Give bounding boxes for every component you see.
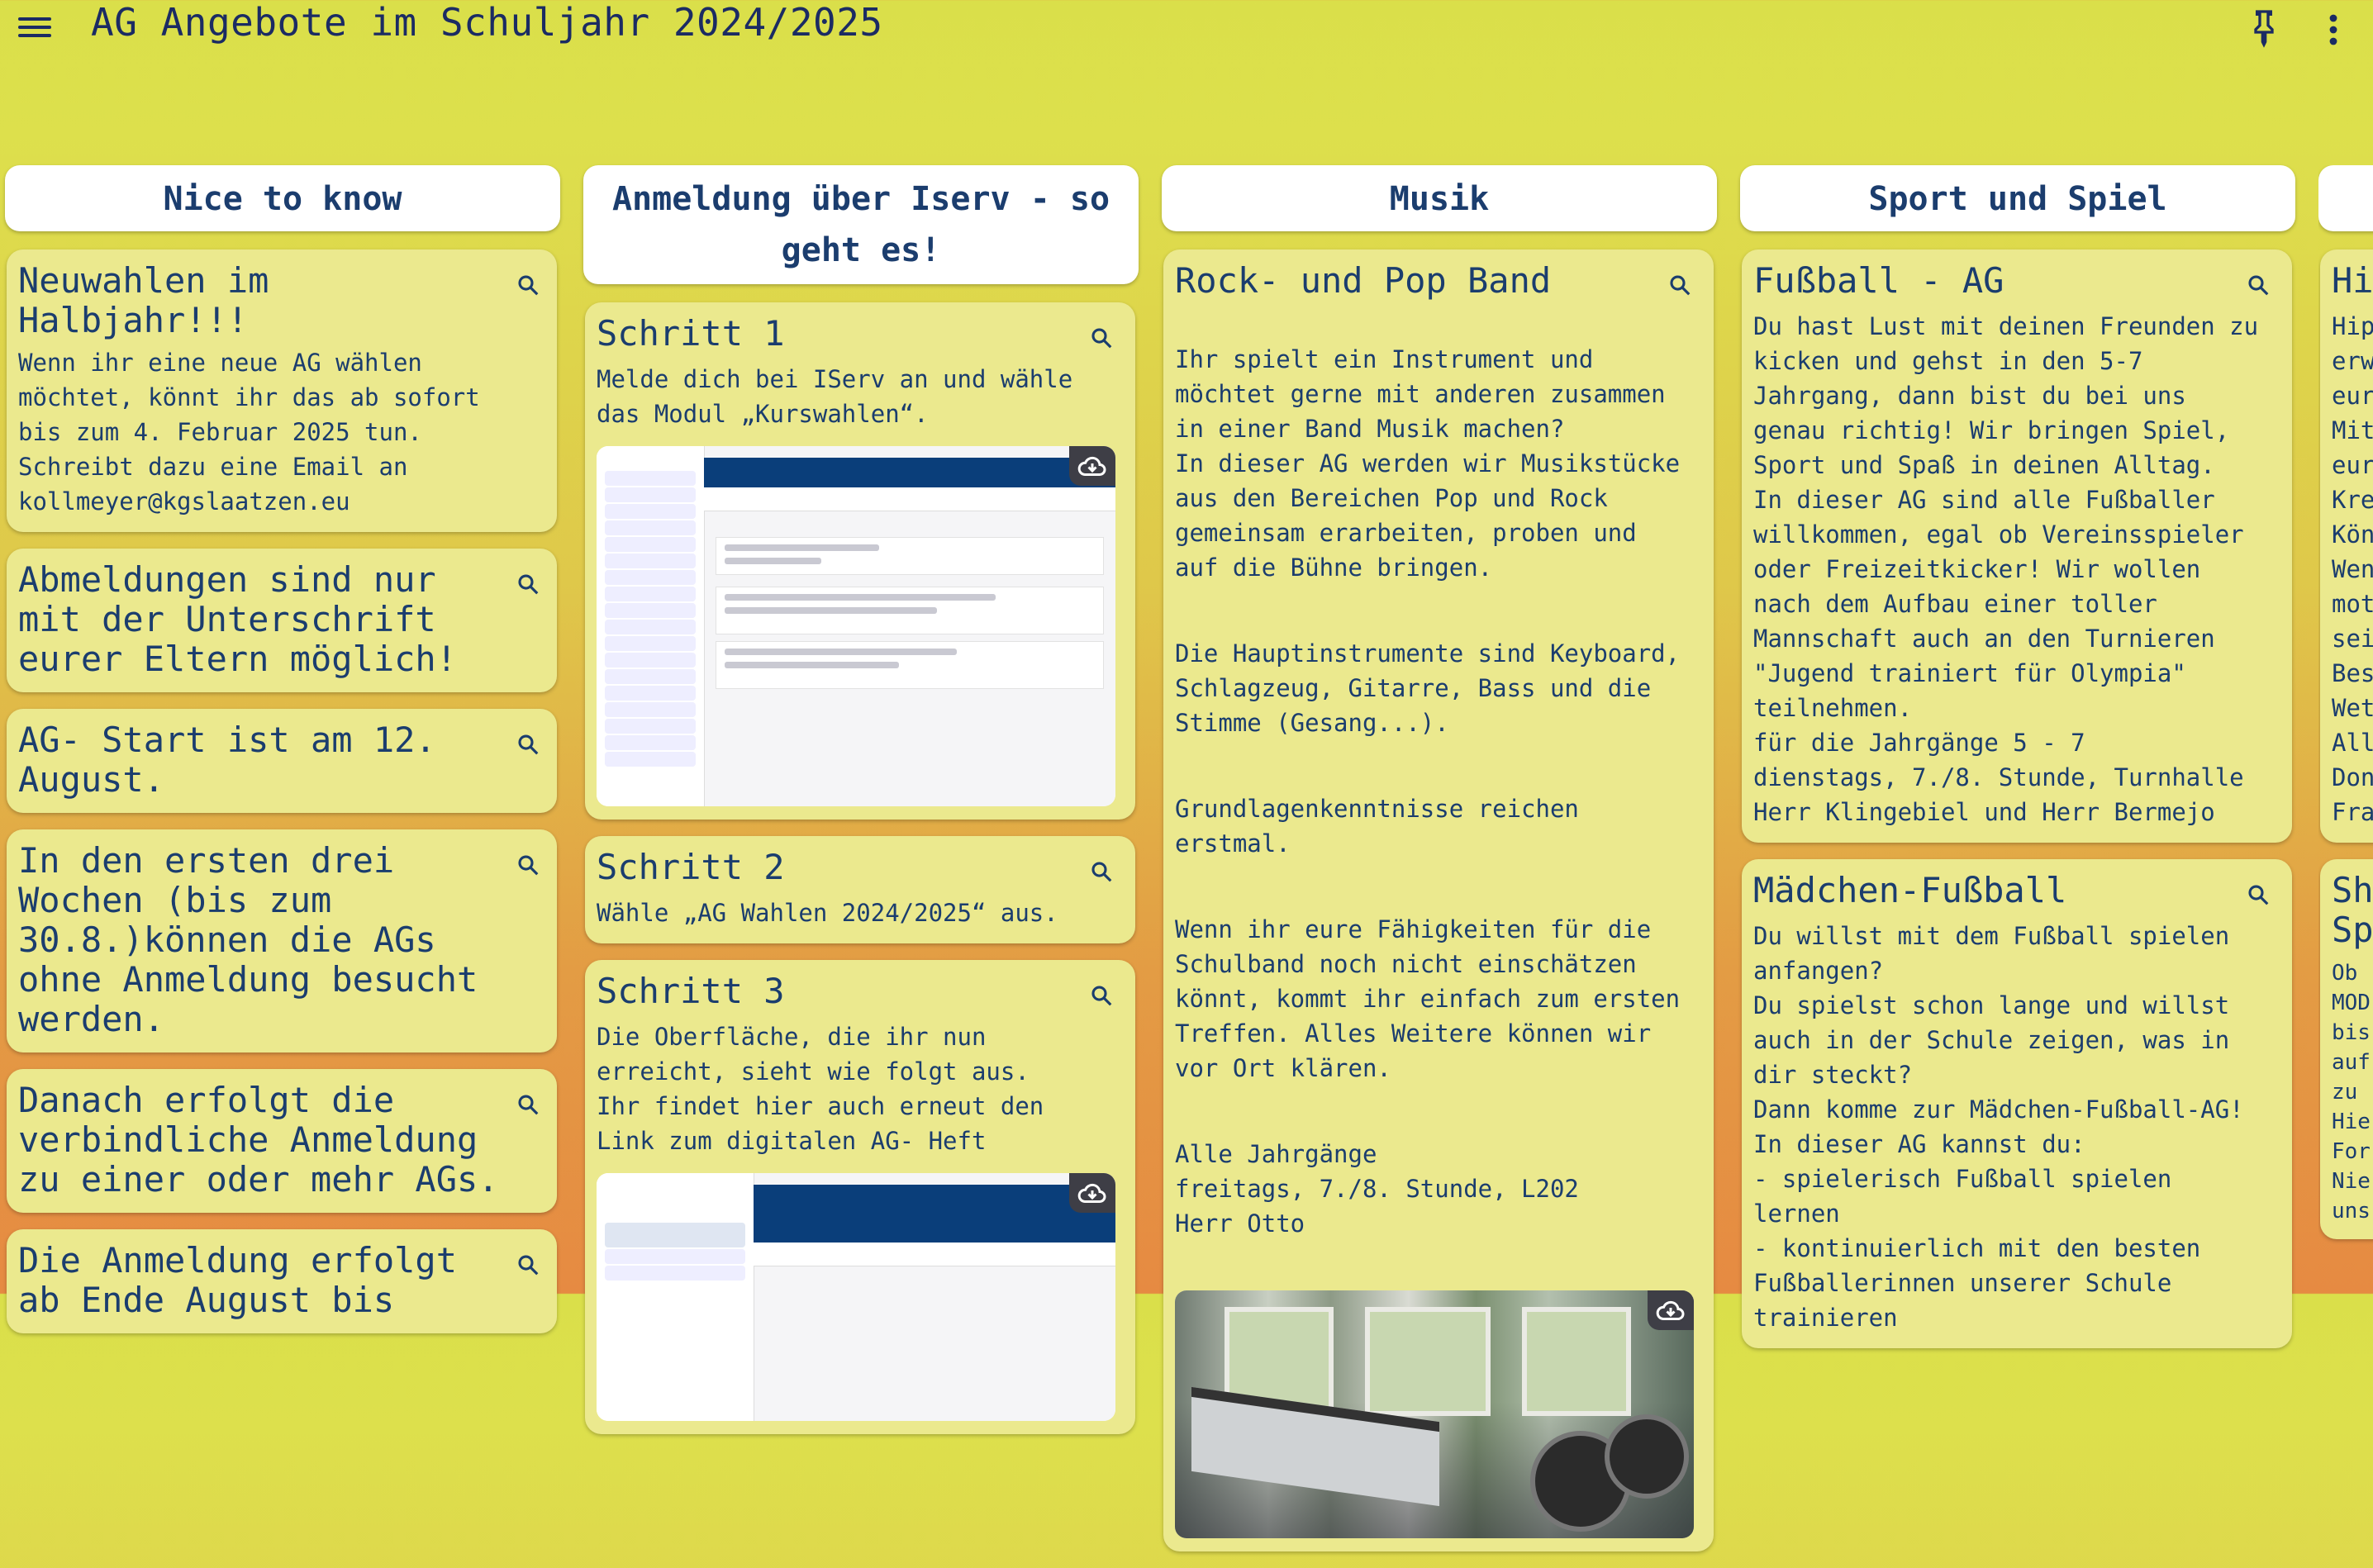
- card-title: Schritt 2: [597, 847, 785, 887]
- card-maedchen-fussball[interactable]: Mädchen-Fußball Du willst mit dem Fußbal…: [1742, 859, 2292, 1348]
- column-header[interactable]: [2318, 165, 2373, 231]
- top-bar: AG Angebote im Schuljahr 2024/2025: [0, 0, 2373, 59]
- card-body: Die Oberfläche, die ihr nun erreicht, si…: [597, 1023, 1044, 1155]
- card-ag-start[interactable]: AG- Start ist am 12. August.: [7, 709, 557, 813]
- iserv-kurswahlen-screenshot[interactable]: [597, 446, 1115, 806]
- card-paragraph: Wenn ihr eure Fähigkeiten für die Schulb…: [1175, 915, 1681, 1082]
- card-title: AG- Start ist am 12. August.: [18, 720, 436, 800]
- card-title: Schritt 1: [597, 313, 785, 354]
- column-header[interactable]: Nice to know: [5, 165, 560, 231]
- card-schritt-3[interactable]: Schritt 3 Die Oberfläche, die ihr nun er…: [585, 960, 1135, 1434]
- card-neuwahlen[interactable]: Neuwahlen im Halbjahr!!! Wenn ihr eine n…: [7, 249, 557, 532]
- card-body: Wenn ihr eine neue AG wählen möchtet, kö…: [18, 349, 480, 516]
- card-paragraph: Grundlagenkenntnisse reichen erstmal.: [1175, 795, 1579, 858]
- pin-icon[interactable]: [2247, 8, 2280, 48]
- card-body: Ob MOD bis auf zu Hie For Nie uns: [2332, 961, 2371, 1224]
- card-body: Du willst mit dem Fußball spielen anfang…: [1753, 922, 2244, 1332]
- screenshot-image: [597, 1173, 1115, 1421]
- card-title: Hi: [2332, 260, 2373, 301]
- column-partial: Hi Hip erw eur Mit eur Kre Kön Wen mot s…: [2318, 165, 2373, 1256]
- cloud-download-icon[interactable]: [1069, 446, 1115, 486]
- card-schritt-1[interactable]: Schritt 1 Melde dich bei IServ an und wä…: [585, 302, 1135, 820]
- card-body: Ihr spielt ein Instrument und möchtet ge…: [1175, 307, 1694, 1276]
- column-header[interactable]: Anmeldung über Iserv - so geht es!: [583, 165, 1139, 284]
- card-title: Fußball - AG: [1753, 260, 2004, 301]
- card-body: Wähle „AG Wahlen 2024/2025“ aus.: [597, 899, 1058, 927]
- iserv-ag-wahlen-screenshot[interactable]: [597, 1173, 1115, 1421]
- card-schritt-2[interactable]: Schritt 2 Wähle „AG Wahlen 2024/2025“ au…: [585, 836, 1135, 943]
- card-title: Abmeldungen sind nur mit der Unterschrif…: [18, 559, 458, 679]
- search-icon[interactable]: [2246, 273, 2271, 297]
- card-title: Neuwahlen im Halbjahr!!!: [18, 260, 269, 340]
- card-title: Rock- und Pop Band: [1175, 260, 1552, 301]
- card-erste-wochen[interactable]: In den ersten drei Wochen (bis zum 30.8.…: [7, 829, 557, 1052]
- column-nice-to-know: Nice to know Neuwahlen im Halbjahr!!! We…: [5, 165, 560, 1350]
- card-title: Schritt 3: [597, 971, 785, 1011]
- band-photo-image: [1175, 1290, 1694, 1538]
- card-title: Mädchen-Fußball: [1753, 870, 2067, 910]
- search-icon[interactable]: [1667, 273, 1692, 297]
- card-body: Hip erw eur Mit eur Kre Kön Wen mot sei …: [2332, 312, 2373, 826]
- card-body: Melde dich bei IServ an und wähle das Mo…: [597, 365, 1073, 428]
- card-title: Danach erfolgt die verbindliche Anmeldun…: [18, 1080, 499, 1200]
- screenshot-image: [597, 446, 1115, 806]
- more-options-icon[interactable]: [2317, 10, 2350, 50]
- card-body: Du hast Lust mit deinen Freunden zu kick…: [1753, 312, 2259, 826]
- column-header[interactable]: Musik: [1162, 165, 1717, 231]
- card-rock-pop-band[interactable]: Rock- und Pop Band Ihr spielt ein Instru…: [1163, 249, 1714, 1551]
- hamburger-menu-icon[interactable]: [18, 13, 51, 41]
- search-icon[interactable]: [516, 853, 540, 877]
- column-musik: Musik Rock- und Pop Band Ihr spielt ein …: [1162, 165, 1717, 1568]
- card-fussball-ag[interactable]: Fußball - AG Du hast Lust mit deinen Fre…: [1742, 249, 2292, 843]
- search-icon[interactable]: [516, 732, 540, 757]
- cloud-download-icon[interactable]: [1648, 1290, 1694, 1330]
- search-icon[interactable]: [516, 1252, 540, 1277]
- card-partial-1[interactable]: Hi Hip erw eur Mit eur Kre Kön Wen mot s…: [2320, 249, 2373, 843]
- card-title: In den ersten drei Wochen (bis zum 30.8.…: [18, 840, 478, 1039]
- search-icon[interactable]: [1089, 983, 1114, 1008]
- card-title: Die Anmeldung erfolgt ab Ende August bis: [18, 1240, 458, 1320]
- search-icon[interactable]: [2246, 882, 2271, 907]
- card-paragraph: Ihr spielt ein Instrument und möchtet ge…: [1175, 345, 1681, 582]
- column-sport-und-spiel: Sport und Spiel Fußball - AG Du hast Lus…: [1740, 165, 2295, 1365]
- search-icon[interactable]: [1089, 859, 1114, 884]
- search-icon[interactable]: [1089, 325, 1114, 350]
- card-paragraph: Alle Jahrgänge freitags, 7./8. Stunde, L…: [1175, 1140, 1579, 1238]
- search-icon[interactable]: [516, 572, 540, 596]
- card-anmeldung-ende-august[interactable]: Die Anmeldung erfolgt ab Ende August bis: [7, 1229, 557, 1333]
- cloud-download-icon[interactable]: [1069, 1173, 1115, 1213]
- card-partial-2[interactable]: Sh Sp Ob MOD bis auf zu Hie For Nie uns: [2320, 859, 2373, 1239]
- band-room-photo[interactable]: [1175, 1290, 1694, 1538]
- search-icon[interactable]: [516, 273, 540, 297]
- card-paragraph: Die Hauptinstrumente sind Keyboard, Schl…: [1175, 639, 1681, 737]
- card-verbindliche-anmeldung[interactable]: Danach erfolgt die verbindliche Anmeldun…: [7, 1069, 557, 1213]
- column-anmeldung-iserv: Anmeldung über Iserv - so geht es! Schri…: [583, 165, 1139, 1451]
- page-title: AG Angebote im Schuljahr 2024/2025: [91, 0, 883, 45]
- search-icon[interactable]: [516, 1092, 540, 1117]
- card-abmeldungen[interactable]: Abmeldungen sind nur mit der Unterschrif…: [7, 549, 557, 692]
- card-title: Sh Sp: [2332, 870, 2373, 950]
- column-header[interactable]: Sport und Spiel: [1740, 165, 2295, 231]
